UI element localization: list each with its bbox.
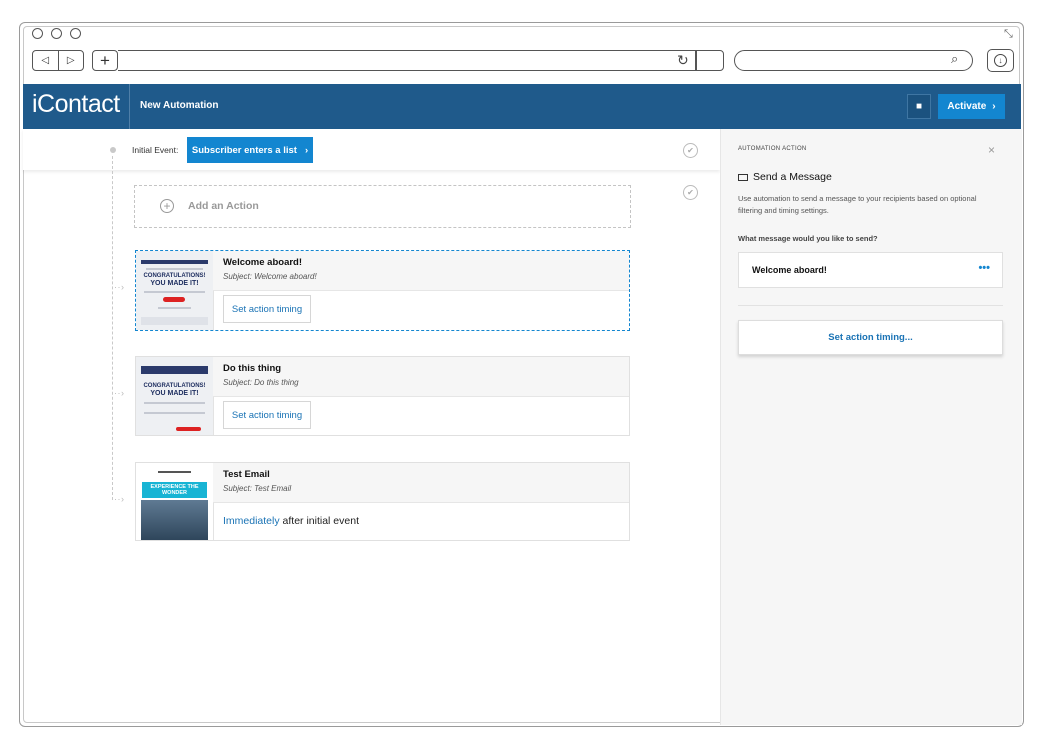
email-thumbnail[interactable]: CONGRATULATIONS! YOU MADE IT! (136, 357, 214, 435)
thumb-text: YOU MADE IT! (150, 280, 199, 287)
close-icon[interactable]: × (988, 143, 995, 157)
panel-description: Use automation to send a message to your… (738, 194, 977, 215)
window-zoom-button[interactable] (70, 28, 81, 39)
email-thumbnail[interactable]: CONGRATULATIONS! YOU MADE IT! (136, 251, 214, 330)
timeline-connector: ··› (114, 388, 125, 398)
download-icon: ↓ (994, 54, 1007, 67)
check-circle-icon: ✔ (683, 185, 698, 200)
activate-label: Activate (947, 101, 987, 112)
action-subject: Subject: Test Email (223, 484, 292, 493)
action-name: Test Email (223, 469, 270, 480)
panel-title: Send a Message (738, 171, 832, 183)
thumb-line (144, 291, 205, 293)
more-options-icon[interactable]: ••• (978, 262, 990, 274)
action-card[interactable]: CONGRATULATIONS! YOU MADE IT! Do this th… (135, 356, 630, 436)
download-button[interactable]: ↓ (987, 49, 1014, 72)
message-question: What message would you like to send? (738, 234, 878, 243)
action-subject: Subject: Welcome aboard! (223, 272, 317, 281)
action-timing-summary: Immediately after initial event (223, 515, 359, 527)
thumb-line (144, 412, 205, 414)
timing-immediately-link[interactable]: Immediately (223, 515, 280, 527)
floppy-disk-icon: ■ (915, 101, 923, 112)
thumb-cta (163, 297, 185, 302)
thumb-footer (141, 317, 208, 325)
window-minimize-button[interactable] (51, 28, 62, 39)
timeline-connector: ··› (114, 494, 125, 504)
message-select[interactable]: Welcome aboard! ••• (738, 252, 1003, 288)
reload-icon[interactable]: ↻ (677, 52, 689, 69)
plus-circle-icon[interactable]: + (160, 199, 174, 213)
chevron-right-icon: › (304, 144, 309, 156)
timing-rest: after initial event (279, 515, 359, 527)
automation-action-panel (720, 129, 1022, 725)
thumb-text: YOU MADE IT! (150, 390, 199, 397)
set-action-timing-panel-button[interactable]: Set action timing... (738, 320, 1003, 355)
thumb-line (144, 402, 205, 404)
thumb-line (158, 307, 191, 309)
panel-kicker: AUTOMATION ACTION (738, 146, 807, 152)
set-action-timing-button[interactable]: Set action timing (223, 295, 311, 323)
header-divider (129, 84, 130, 129)
action-card-header: Welcome aboard! Subject: Welcome aboard! (213, 251, 629, 291)
page-title: New Automation (140, 100, 219, 111)
initial-event-label: Initial Event: (132, 145, 179, 155)
initial-event-button[interactable]: Subscriber enters a list › (187, 137, 313, 163)
save-button[interactable]: ■ (907, 94, 931, 119)
thumb-header-bar (141, 260, 208, 264)
add-action-label[interactable]: Add an Action (188, 200, 259, 212)
back-icon[interactable]: ◁ (33, 51, 58, 70)
history-nav: ◁ ▷ (32, 50, 84, 71)
thumb-text: CONGRATULATIONS! (143, 273, 206, 279)
browser-search-input[interactable] (734, 50, 973, 71)
thumb-cta (176, 427, 201, 431)
expand-icon[interactable]: ⤡ (1004, 28, 1013, 41)
timeline-connector: ··› (114, 282, 125, 292)
initial-event-value: Subscriber enters a list (191, 144, 297, 156)
email-thumbnail[interactable]: EXPERIENCE THE WONDER (136, 463, 214, 540)
action-card[interactable]: CONGRATULATIONS! YOU MADE IT! Welcome ab… (135, 250, 630, 331)
search-icon[interactable]: ⌕ (951, 51, 958, 67)
thumb-logo (158, 471, 191, 473)
activate-button[interactable]: Activate › (938, 94, 1005, 119)
action-card-header: Do this thing Subject: Do this thing (213, 357, 629, 397)
action-name: Welcome aboard! (223, 257, 303, 268)
set-action-timing-button[interactable]: Set action timing (223, 401, 311, 429)
panel-divider (738, 305, 1003, 306)
address-bar-action[interactable] (696, 50, 724, 71)
thumb-line (146, 268, 203, 270)
thumb-hero-image (141, 500, 208, 540)
panel-title-text: Send a Message (753, 171, 832, 183)
action-name: Do this thing (223, 363, 282, 374)
envelope-icon (738, 173, 748, 181)
check-circle-icon: ✔ (683, 143, 698, 158)
forward-icon[interactable]: ▷ (57, 51, 84, 70)
window-close-button[interactable] (32, 28, 43, 39)
timeline-start-dot (110, 147, 116, 153)
icontact-logo[interactable]: iContact (32, 90, 120, 119)
action-card[interactable]: EXPERIENCE THE WONDER Test Email Subject… (135, 462, 630, 541)
thumb-text: CONGRATULATIONS! (143, 383, 206, 389)
plus-icon[interactable]: + (92, 50, 118, 71)
selected-message: Welcome aboard! (752, 265, 827, 275)
action-subject: Subject: Do this thing (223, 378, 299, 387)
thumb-text: EXPERIENCE THE WONDER (142, 482, 207, 498)
chevron-right-icon: › (992, 101, 996, 112)
timeline-line (112, 156, 113, 500)
address-bar[interactable] (118, 50, 696, 71)
thumb-header-bar (141, 366, 208, 374)
action-card-header: Test Email Subject: Test Email (213, 463, 629, 503)
initial-event-bar (23, 129, 720, 170)
